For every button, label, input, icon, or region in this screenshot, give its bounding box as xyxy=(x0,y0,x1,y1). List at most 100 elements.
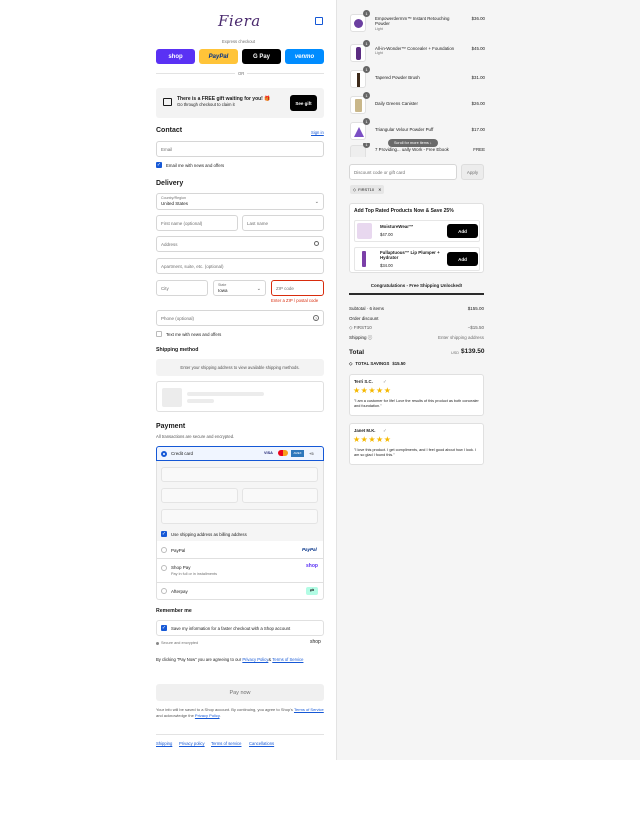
discount-code-row: ◇ FIRST10 −$15.50 xyxy=(349,325,484,331)
email-news-checkbox[interactable]: ✓ xyxy=(156,162,162,168)
terms-of-service-link[interactable]: Terms of Service xyxy=(272,657,303,662)
brand-logo[interactable]: Fiera xyxy=(218,12,261,30)
shop-privacy-link[interactable]: Privacy Policy xyxy=(195,713,220,718)
amex-icon: AMEX xyxy=(291,450,304,457)
product-image xyxy=(362,251,366,267)
cvc-field[interactable] xyxy=(242,488,318,503)
shop-pay-radio[interactable] xyxy=(161,565,167,571)
star-rating: ★★★★★ xyxy=(353,386,392,395)
text-news-checkbox[interactable] xyxy=(156,331,162,337)
first-name-field[interactable]: First name (optional) xyxy=(156,215,238,231)
text-news-label: Text me with news and offers xyxy=(166,332,222,337)
remove-discount-icon[interactable]: ✕ xyxy=(378,187,381,192)
paypal-label[interactable]: PayPal xyxy=(171,548,185,553)
help-icon[interactable]: ? xyxy=(313,315,319,321)
apply-button[interactable]: Apply xyxy=(461,164,484,180)
country-select[interactable]: Country/Region United States ⌄ xyxy=(156,193,324,210)
shipping-method-heading: Shipping method xyxy=(156,347,199,353)
quantity-badge: 1 xyxy=(363,118,370,125)
upsell-price: $47.00 xyxy=(380,232,393,237)
card-number-field[interactable] xyxy=(161,467,318,482)
discount-code: FIRST10 xyxy=(358,187,375,192)
item-price: $31.00 xyxy=(471,75,485,80)
shop-pay-sublabel: Pay in full or in installments xyxy=(171,572,218,576)
phone-field[interactable]: Phone (optional) ? xyxy=(156,310,324,326)
gift-subtitle: Go through checkout to claim it xyxy=(177,102,235,107)
item-title: Daily Greens Canister xyxy=(375,101,418,106)
free-shipping-message: Congratulations - Free Shipping Unlocked… xyxy=(370,283,463,288)
upsell-thumbnail xyxy=(357,250,372,268)
city-field[interactable]: City xyxy=(156,280,208,296)
item-variant: Light xyxy=(375,51,383,56)
item-title: Empowerdermm™ Instant Retouching Powder xyxy=(375,16,450,27)
venmo-button[interactable]: venmo xyxy=(285,49,324,64)
shop-terms-link[interactable]: Terms of Service xyxy=(294,707,324,712)
footer-link-privacy[interactable]: Privacy policy xyxy=(179,741,205,746)
shop-pay-button[interactable]: shop xyxy=(156,49,195,64)
footer-link-terms[interactable]: Terms of service xyxy=(211,741,241,746)
upsell-add-button[interactable]: Add xyxy=(447,224,478,238)
product-image xyxy=(357,73,360,87)
discount-code-field[interactable]: Discount code or gift card xyxy=(349,164,457,180)
checkout-page: Fiera Express checkout shop PayPal G Pay… xyxy=(0,0,640,813)
subtotal-row: Subtotal · 6 items $155.00 xyxy=(349,306,484,311)
apartment-field[interactable]: Apartment, suite, etc. (optional) xyxy=(156,258,324,274)
upsell-add-button[interactable]: Add xyxy=(447,252,478,266)
address-field[interactable]: Address xyxy=(156,236,324,252)
last-name-field[interactable]: Last name xyxy=(242,215,324,231)
total-label: Total xyxy=(349,349,365,356)
footer-link-cancellations[interactable]: Cancellations xyxy=(249,741,274,746)
product-image xyxy=(356,47,361,60)
item-price: $17.00 xyxy=(471,127,485,132)
google-pay-button[interactable]: G Pay xyxy=(242,49,281,64)
shop-pay-logo: shop xyxy=(306,563,318,569)
upsell-name: MoistureWear™ xyxy=(380,224,414,229)
terms-text: By clicking "Pay Now" you are agreeing t… xyxy=(156,657,303,662)
shop-pay-label[interactable]: Shop Pay xyxy=(171,565,191,570)
shop-note-text2: and acknowledge the xyxy=(156,712,195,718)
chevron-down-icon: ⌄ xyxy=(314,199,319,205)
email-field[interactable]: Email xyxy=(156,141,324,157)
paypal-radio[interactable] xyxy=(161,547,167,553)
state-select[interactable]: State Iowa ⌄ xyxy=(213,280,266,296)
verified-icon: ✓ xyxy=(383,428,387,433)
discount-code-text: FIRST10 xyxy=(353,325,372,330)
or-label: OR xyxy=(235,71,248,76)
checkout-form-panel: Fiera Express checkout shop PayPal G Pay… xyxy=(0,0,336,760)
pay-now-button[interactable]: Pay now xyxy=(156,684,324,701)
item-name: Empowerdermm™ Instant Retouching Powder L… xyxy=(375,16,460,32)
save-info-label: Save my information for a faster checkou… xyxy=(171,626,291,631)
cart-icon[interactable] xyxy=(315,17,323,25)
item-price: $26.00 xyxy=(471,101,485,106)
scroll-for-more-button[interactable]: Scroll for more items ↓ xyxy=(388,139,438,147)
terms-prefix: By clicking "Pay Now" you are agreeing t… xyxy=(156,657,243,662)
afterpay-radio[interactable] xyxy=(161,588,167,594)
item-price: $45.00 xyxy=(471,46,485,51)
shop-account-note: Your info will be saved to a Shop accoun… xyxy=(156,707,324,718)
total-savings: ◇ TOTAL SAVINGS $15.50 xyxy=(349,361,406,367)
afterpay-label[interactable]: Afterpay xyxy=(171,589,188,594)
shipping-skeleton xyxy=(156,381,324,412)
save-info-checkbox[interactable]: ✓ xyxy=(161,625,167,631)
product-image xyxy=(354,19,363,28)
sign-in-link[interactable]: Sign in xyxy=(311,130,324,135)
credit-card-radio[interactable] xyxy=(161,451,167,457)
see-gift-button[interactable]: See gift xyxy=(290,95,317,111)
billing-same-checkbox[interactable]: ✓ xyxy=(161,531,167,537)
mastercard-icon xyxy=(278,450,288,456)
name-on-card-field[interactable] xyxy=(161,509,318,524)
arrow-down-icon: ↓ xyxy=(429,141,432,145)
paypal-button[interactable]: PayPal xyxy=(199,49,238,64)
country-label: Country/Region xyxy=(161,196,186,200)
secure-label: Secure and encrypted xyxy=(161,641,199,645)
footer-link-shipping[interactable]: Shipping xyxy=(156,741,172,746)
product-image xyxy=(354,127,364,137)
item-title: Tapered Powder Brush xyxy=(375,75,420,80)
delivery-heading: Delivery xyxy=(156,180,184,187)
shop-note-end: . xyxy=(219,712,221,718)
privacy-policy-link[interactable]: Privacy Policy xyxy=(242,657,268,662)
zip-field[interactable]: ZIP code xyxy=(271,280,324,296)
expiry-field[interactable] xyxy=(161,488,238,503)
info-icon[interactable]: ⓘ xyxy=(368,335,373,340)
upsell-name: Fullaptuous™ Lip Plumper + Hydrator xyxy=(380,250,440,261)
